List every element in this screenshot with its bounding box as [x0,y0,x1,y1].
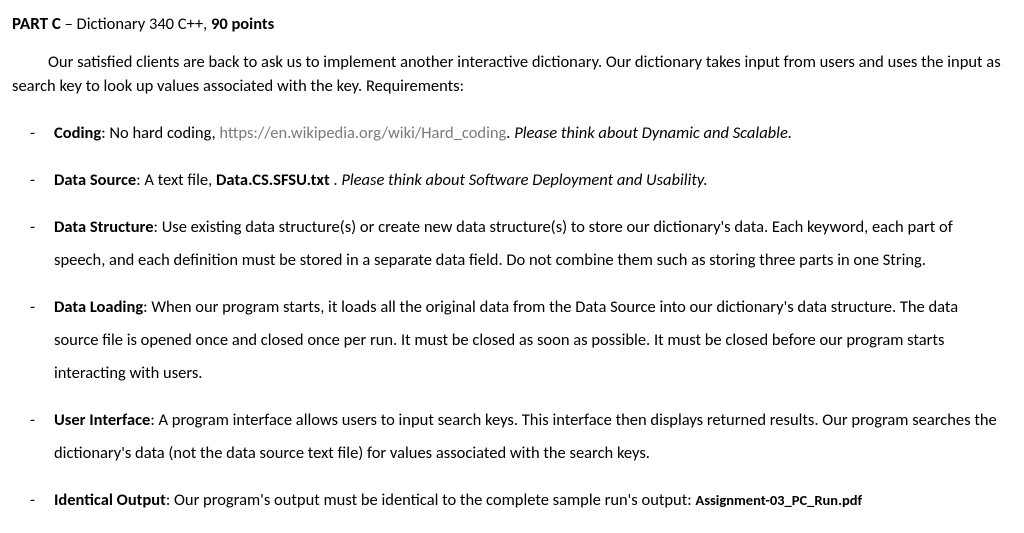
req-label: Data Loading [54,297,143,317]
part-label: PART C [12,13,61,34]
req-sep: : [150,410,158,430]
req-text-post-file: . [330,170,342,190]
req-item-ui: User Interface: A program interface allo… [30,404,1006,470]
hard-coding-link[interactable]: https://en.wikipedia.org/wiki/Hard_codin… [219,123,506,143]
req-item-datasource: Data Source: A text file, Data.CS.SFSU.t… [30,164,1006,197]
req-label: Data Structure [54,217,154,237]
req-label: User Interface [54,410,150,430]
requirements-list: Coding: No hard coding, https://en.wikip… [12,117,1006,517]
req-item-coding: Coding: No hard coding, https://en.wikip… [30,117,1006,150]
heading-points: 90 points [211,14,274,34]
req-item-dataloading: Data Loading: When our program starts, i… [30,291,1006,390]
req-label: Data Source [54,170,136,190]
intro-paragraph: Our satisfied clients are back to ask us… [12,51,1006,99]
intro-text: Our satisfied clients are back to ask us… [12,51,1006,99]
req-item-datastructure: Data Structure: Use existing data struct… [30,211,1006,277]
req-text: Use existing data structure(s) or create… [54,217,953,270]
req-sep: : [154,217,162,237]
req-italic: Please think about Dynamic and Scalable. [514,123,792,143]
req-text-pre: A text file, [144,170,216,190]
heading-course: Dictionary 340 C++, [77,14,211,34]
req-label: Coding [54,123,101,143]
req-item-identical: Identical Output: Our program's output m… [30,484,1006,517]
output-file-name: Assignment-03_PC_Run.pdf [695,491,862,509]
section-heading: PART C – Dictionary 340 C++, 90 points [12,12,1006,37]
req-italic: Please think about Software Deployment a… [341,170,707,190]
req-text: When our program starts, it loads all th… [54,297,958,383]
req-text-pre: No hard coding, [109,123,219,143]
req-label: Identical Output [54,490,166,510]
data-file-name: Data.CS.SFSU.txt [216,170,330,190]
req-text: A program interface allows users to inpu… [54,410,997,463]
heading-dash: – [61,14,77,34]
req-text: Our program's output must be identical t… [174,490,695,510]
req-sep: : [166,490,174,510]
